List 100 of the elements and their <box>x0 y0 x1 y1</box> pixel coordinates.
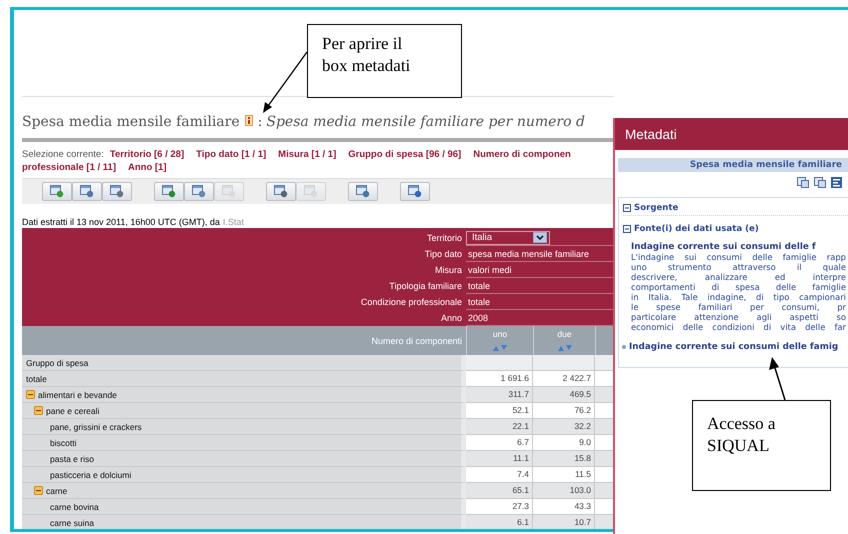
column-header: uno <box>492 329 508 339</box>
window-icon <box>304 185 318 198</box>
table-cell <box>595 419 614 435</box>
window-icon <box>274 185 288 198</box>
row-label: totale <box>26 374 47 384</box>
toolbar-button[interactable] <box>400 182 430 201</box>
toolbar-button[interactable] <box>72 182 102 201</box>
selection-link[interactable]: Territorio [6 / 28] <box>110 148 184 161</box>
table-cell: 11.1 <box>466 451 533 467</box>
filter-value: valori medi <box>467 264 512 274</box>
source-heading: Indagine corrente sui consumi delle f <box>631 242 817 252</box>
filter-value: totale <box>467 280 490 290</box>
filter-label: Tipologia familiare <box>388 281 463 291</box>
window-icon <box>222 185 236 198</box>
dataset-title: Spesa media mensile familiare <box>690 160 842 170</box>
toolbar-button[interactable] <box>102 182 132 201</box>
collapse-icon[interactable] <box>34 406 43 415</box>
table-cell: 103.0 <box>533 483 595 499</box>
collapse-icon[interactable] <box>623 204 631 212</box>
bullet-icon <box>622 345 626 349</box>
column-header: due <box>557 329 572 339</box>
table-cell <box>595 387 614 403</box>
description-line: uno strumento attraverso il quale <box>631 262 846 272</box>
collapse-icon[interactable] <box>34 486 43 495</box>
filter-value: spesa media mensile familiare <box>467 248 590 258</box>
filter-value: 2008 <box>467 312 488 322</box>
table-cell: 32.2 <box>533 419 595 435</box>
window-icon <box>80 185 94 198</box>
title-separator: : <box>258 114 262 130</box>
table-cell: 43.3 <box>533 499 595 515</box>
description-line: economici delle condizioni di vita delle far <box>631 322 846 332</box>
toolbar-button[interactable] <box>348 182 378 201</box>
table-cell: 10.7 <box>533 515 595 529</box>
window-icon <box>192 185 206 198</box>
window-icon <box>50 185 64 198</box>
table-cell: 1 691.6 <box>466 371 533 387</box>
filter-value: totale <box>467 296 490 306</box>
description-line: L'indagine sui consumi delle famiglie rapp <box>631 252 846 262</box>
row-label: pasticceria e dolciumi <box>50 470 132 480</box>
row-label: carne <box>46 486 68 496</box>
row-label: pasta e riso <box>50 454 94 464</box>
selection-link[interactable]: Gruppo di spesa [96 / 96] <box>348 148 462 161</box>
table-cell <box>595 483 614 499</box>
row-header: Gruppo di spesa <box>22 355 466 371</box>
table-cell: 22.1 <box>466 419 533 435</box>
table-cell: 6.7 <box>466 435 533 451</box>
table-cell: 11.5 <box>533 467 595 483</box>
row-label: carne bovina <box>50 502 99 512</box>
toolbar-button[interactable] <box>184 182 214 201</box>
row-label: pane, grissini e crackers <box>50 422 142 432</box>
window-icon <box>110 185 124 198</box>
filter-label: Condizione professionale <box>360 297 463 307</box>
description-line: comportamenti di spesa delle famiglie <box>631 282 846 292</box>
window-icon <box>162 185 176 198</box>
description-line: descrivere, analizzare ed interpre <box>631 272 846 282</box>
row-label: alimentari e bevande <box>38 390 117 400</box>
table-cell: 311.7 <box>466 387 533 403</box>
toolbar-button[interactable] <box>42 182 72 201</box>
siqual-link[interactable]: Indagine corrente sui consumi delle famig <box>629 342 838 352</box>
selection-link[interactable]: Misura [1 / 1] <box>278 148 336 161</box>
selection-link[interactable]: Tipo dato [1 / 1] <box>196 148 266 161</box>
info-icon[interactable] <box>244 114 253 126</box>
filter-label: Tipo dato <box>424 249 463 259</box>
dropdown-arrow-icon <box>533 232 547 243</box>
callout-text: Per aprire il <box>322 33 404 55</box>
description-line: le spese familiari per consumi, pr <box>631 302 846 312</box>
page-title: Spesa media mensile familiare <box>22 114 240 130</box>
callout-text: box metadati <box>322 55 412 77</box>
table-cell <box>595 451 614 467</box>
territory-dropdown[interactable]: Italia <box>466 230 550 244</box>
table-cell: 6.1 <box>466 515 533 529</box>
row-label: carne suina <box>50 518 94 528</box>
description-line: particolare attenzione agli aspetti so <box>631 312 846 322</box>
table-cell: 27.3 <box>466 499 533 515</box>
panel-title: Metadati <box>625 126 677 142</box>
table-cell: 52.1 <box>466 403 533 419</box>
collapse-icon[interactable] <box>26 390 35 399</box>
collapse-icon[interactable] <box>623 225 631 233</box>
selection-label: Selezione corrente: <box>22 148 104 161</box>
filter-label: Anno <box>440 313 463 323</box>
row-label: biscotti <box>50 438 76 448</box>
selection-link[interactable]: Anno [1] <box>128 161 167 174</box>
selection-link[interactable]: professionale [1 / 11] <box>22 161 116 174</box>
callout-text: Accesso a <box>707 413 776 435</box>
subsection-title: Fonte(i) dei dati usata (e) <box>634 224 759 234</box>
table-cell: 65.1 <box>466 483 533 499</box>
table-cell: 15.8 <box>533 451 595 467</box>
window-icon <box>356 185 370 198</box>
filter-label: Misura <box>434 265 463 275</box>
selection-link[interactable]: Numero di componen <box>473 148 571 161</box>
column-group-header: Numero di componenti <box>370 336 463 346</box>
table-cell: 76.2 <box>533 403 595 419</box>
description-line: in Italia. Tale indagine, di tipo campionari <box>631 292 846 302</box>
toolbar-button[interactable] <box>266 182 296 201</box>
extraction-note: Dati estratti il 13 nov 2011, 16h00 UTC (GMT), da <box>22 217 220 227</box>
callout-text: SIQUAL <box>707 435 770 457</box>
table-cell: 2 422.7 <box>533 371 595 387</box>
page-subtitle: Spesa media mensile familiare per numero d <box>266 114 585 130</box>
table-cell <box>595 515 614 529</box>
toolbar-button[interactable] <box>154 182 184 201</box>
